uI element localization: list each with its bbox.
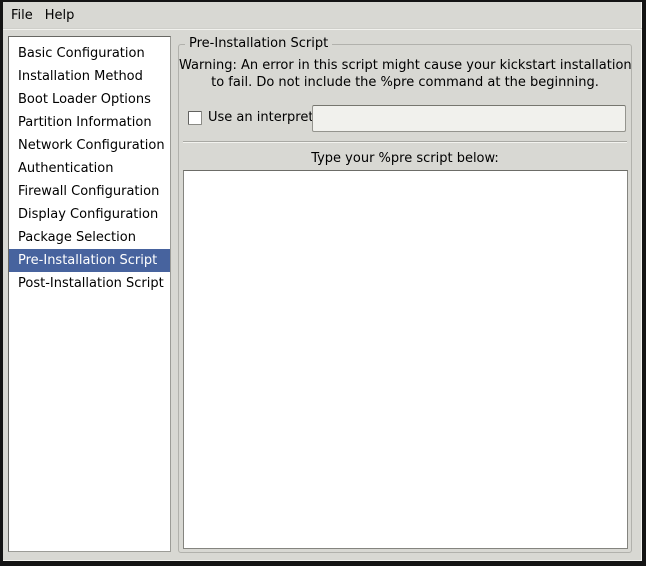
warning-text: Warning: An error in this script might c…: [179, 57, 631, 91]
section-list: Basic Configuration Installation Method …: [8, 36, 171, 552]
sidebar-item-display-configuration[interactable]: Display Configuration: [9, 203, 170, 226]
menu-bar: File Help: [3, 2, 642, 30]
sidebar-item-boot-loader-options[interactable]: Boot Loader Options: [9, 88, 170, 111]
pre-installation-script-frame: Pre-Installation Script Warning: An erro…: [178, 44, 632, 553]
sidebar-item-package-selection[interactable]: Package Selection: [9, 226, 170, 249]
interpreter-input[interactable]: [312, 105, 626, 132]
menu-file[interactable]: File: [5, 2, 39, 29]
script-instruction-label: Type your %pre script below:: [179, 151, 631, 166]
warning-line-1: Warning: An error in this script might c…: [179, 57, 631, 74]
separator: [183, 141, 627, 142]
sidebar-item-installation-method[interactable]: Installation Method: [9, 65, 170, 88]
sidebar-item-pre-installation-script[interactable]: Pre-Installation Script: [9, 249, 170, 272]
use-interpreter-checkbox[interactable]: [188, 111, 202, 125]
frame-title: Pre-Installation Script: [185, 36, 332, 51]
sidebar-item-firewall-configuration[interactable]: Firewall Configuration: [9, 180, 170, 203]
menu-help[interactable]: Help: [39, 2, 81, 29]
sidebar-item-authentication[interactable]: Authentication: [9, 157, 170, 180]
warning-line-2: to fail. Do not include the %pre command…: [179, 74, 631, 91]
sidebar-item-basic-configuration[interactable]: Basic Configuration: [9, 42, 170, 65]
sidebar-item-post-installation-script[interactable]: Post-Installation Script: [9, 272, 170, 295]
kickstart-configurator-window: File Help Basic Configuration Installati…: [0, 0, 646, 566]
pre-script-textarea[interactable]: [183, 170, 628, 549]
window-content: File Help Basic Configuration Installati…: [3, 2, 642, 561]
sidebar-item-network-configuration[interactable]: Network Configuration: [9, 134, 170, 157]
sidebar-item-partition-information[interactable]: Partition Information: [9, 111, 170, 134]
